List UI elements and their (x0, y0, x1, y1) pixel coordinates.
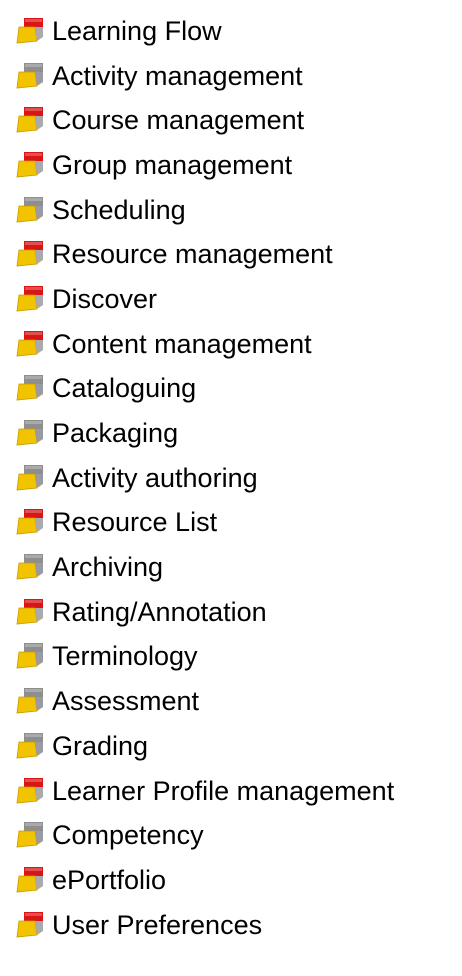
list-item-group-management[interactable]: Group management (16, 143, 462, 188)
list-item-grading[interactable]: Grading (16, 724, 462, 769)
list-item-label: Packaging (52, 418, 179, 449)
list-item-label: Activity management (52, 60, 303, 91)
list-item-label: Assessment (52, 686, 200, 717)
list-item-label: Course management (52, 105, 305, 136)
list-item-packaging[interactable]: Packaging (16, 411, 462, 456)
list-item-label: Resource List (52, 507, 218, 538)
list-item-terminology[interactable]: Terminology (16, 635, 462, 680)
list-item-label: Terminology (52, 641, 198, 672)
list-item-label: Activity authoring (52, 462, 258, 493)
module-icon (16, 240, 45, 269)
list-item-archiving[interactable]: Archiving (16, 545, 462, 590)
list-item-resource-list[interactable]: Resource List (16, 501, 462, 546)
module-icon (16, 151, 45, 180)
list-item-competency[interactable]: Competency (16, 813, 462, 858)
list-item-label: Scheduling (52, 194, 186, 225)
module-icon (16, 553, 45, 582)
list-item-activity-management[interactable]: Activity management (16, 54, 462, 99)
list-item-label: Discover (52, 283, 158, 314)
list-item-label: Content management (52, 328, 312, 359)
list-item-assessment[interactable]: Assessment (16, 679, 462, 724)
list-item-label: Cataloguing (52, 373, 197, 404)
module-icon (16, 598, 45, 627)
module-icon (16, 285, 45, 314)
list-item-label: Learner Profile management (52, 775, 395, 806)
list-item-learning-flow[interactable]: Learning Flow (16, 9, 462, 54)
list-item-label: ePortfolio (52, 864, 167, 895)
list-item-eportfolio[interactable]: ePortfolio (16, 858, 462, 903)
module-icon (16, 196, 45, 225)
module-icon (16, 911, 45, 940)
module-icon (16, 732, 45, 761)
module-icon (16, 419, 45, 448)
list-item-cataloguing[interactable]: Cataloguing (16, 367, 462, 412)
list-item-user-preferences[interactable]: User Preferences (16, 903, 462, 948)
list-item-label: Grading (52, 730, 149, 761)
list-item-label: Archiving (52, 552, 164, 583)
list-item-learner-profile-management[interactable]: Learner Profile management (16, 769, 462, 814)
module-list: Learning Flow Activity management Course… (16, 9, 462, 947)
list-item-activity-authoring[interactable]: Activity authoring (16, 456, 462, 501)
module-icon (16, 464, 45, 493)
module-icon (16, 821, 45, 850)
module-icon (16, 508, 45, 537)
module-icon (16, 330, 45, 359)
list-item-course-management[interactable]: Course management (16, 98, 462, 143)
list-item-label: Competency (52, 820, 204, 851)
list-item-label: User Preferences (52, 909, 263, 940)
module-icon (16, 687, 45, 716)
list-item-scheduling[interactable]: Scheduling (16, 188, 462, 233)
module-icon (16, 106, 45, 135)
list-item-label: Learning Flow (52, 15, 222, 46)
list-item-label: Resource management (52, 239, 333, 270)
module-icon (16, 17, 45, 46)
list-item-resource-management[interactable]: Resource management (16, 232, 462, 277)
module-icon (16, 374, 45, 403)
module-icon (16, 777, 45, 806)
list-item-discover[interactable]: Discover (16, 277, 462, 322)
module-icon (16, 866, 45, 895)
list-item-label: Group management (52, 149, 293, 180)
module-icon (16, 62, 45, 91)
list-item-content-management[interactable]: Content management (16, 322, 462, 367)
module-icon (16, 642, 45, 671)
list-item-rating-annotation[interactable]: Rating/Annotation (16, 590, 462, 635)
list-item-label: Rating/Annotation (52, 596, 267, 627)
